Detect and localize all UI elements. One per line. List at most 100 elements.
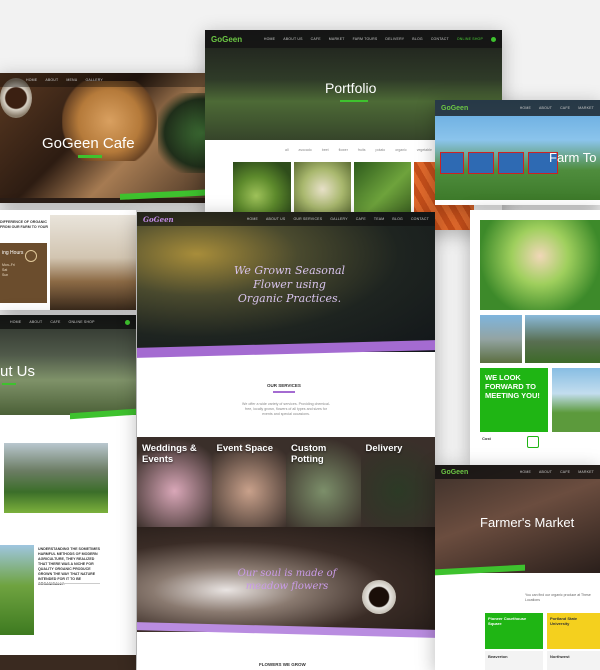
cafe-title: GoGeen Cafe [42, 135, 135, 152]
service-title: Custom Potting [291, 443, 327, 465]
portfolio-nav-item[interactable]: ABOUT US [283, 37, 302, 41]
coffee-icon [25, 250, 37, 262]
portfolio-filter[interactable]: potato [376, 148, 386, 152]
portfolio-nav-item[interactable]: HOME [264, 37, 275, 41]
tours-nav-item[interactable]: MARKET [578, 106, 594, 110]
farm-tours-page: GoGeen HOME ABOUT CAFE MARKET Farm To [435, 100, 600, 205]
mountain-photo [525, 315, 600, 363]
service-tile[interactable]: Custom Potting [286, 437, 361, 527]
hours-title: ing Hours [2, 250, 24, 256]
about-nav-item[interactable]: ONLINE SHOP [69, 320, 95, 324]
portfolio-nav-item[interactable]: CAFE [311, 37, 321, 41]
flowers-nav-item[interactable]: BLOG [392, 217, 403, 221]
coffee-cup-icon [362, 580, 396, 614]
market-box-2: Portland State University [547, 613, 600, 649]
service-tile[interactable]: Weddings & Events [137, 437, 212, 527]
hours-text: Mon–Fri Sat Sun [2, 263, 15, 277]
barn-icon [527, 436, 539, 448]
portfolio-title-underline [340, 100, 368, 102]
portfolio-filter[interactable]: flower [339, 148, 348, 152]
market-find-text: You can find our organic produce at Thes… [525, 593, 591, 602]
portfolio-nav-item[interactable]: ONLINE SHOP [457, 37, 483, 41]
portfolio-nav-item[interactable]: FARM TOURS [353, 37, 378, 41]
service-title: Weddings & Events [142, 443, 197, 465]
tours-nav-item[interactable]: ABOUT [539, 106, 552, 110]
portfolio-filter[interactable]: fruits [358, 148, 366, 152]
portfolio-nav-item[interactable]: BLOG [412, 37, 423, 41]
portfolio-filter[interactable]: avocado [299, 148, 312, 152]
gogeen-logo[interactable]: GoGeen [211, 35, 242, 44]
services-intro: We offer a wide variety of services. Pro… [242, 402, 330, 416]
cafe-nav-item[interactable]: MENU [66, 78, 77, 82]
about-title: ut Us [0, 363, 36, 380]
service-tile[interactable]: Event Space [211, 437, 286, 527]
flowers-nav-item[interactable]: GALLERY [330, 217, 347, 221]
service-title: Delivery [365, 443, 403, 454]
market-box-title: Pioneer Courthouse Square [488, 616, 527, 626]
about-nav: HOME ABOUT CAFE ONLINE SHOP [0, 315, 136, 329]
flowers-nav-item[interactable]: CAFE [356, 217, 366, 221]
about-text: UNDERSTANDING THE SOMETIMES HARMFUL METH… [38, 547, 101, 586]
market-box-title: Portland State University [550, 616, 578, 626]
about-page: HOME ABOUT CAFE ONLINE SHOP ut Us UNDERS… [0, 315, 136, 670]
portfolio-filter[interactable]: organic [395, 148, 406, 152]
flowers-nav-item[interactable]: HOME [247, 217, 258, 221]
tours-content: WE LOOK FORWARD TO MEETING YOU! Cost [470, 210, 600, 465]
about-nav-item[interactable]: HOME [10, 320, 21, 324]
about-nav-item[interactable]: CAFE [50, 320, 60, 324]
market-nav: GoGeen HOME ABOUT CAFE MARKET [435, 465, 600, 479]
tours-nav-item[interactable]: HOME [520, 106, 531, 110]
kids-photo [480, 220, 600, 310]
cafe-interior-photo [50, 215, 136, 310]
field-photo [552, 368, 600, 432]
portfolio-filter[interactable]: all [285, 148, 289, 152]
barn-photo [480, 315, 522, 363]
flowers-nav-item[interactable]: CONTACT [411, 217, 429, 221]
portfolio-nav-item[interactable]: DELIVERY [385, 37, 404, 41]
market-box-title: Beaverton [488, 654, 508, 659]
about-title-underline [2, 383, 16, 385]
portfolio-nav-item[interactable]: MARKET [329, 37, 345, 41]
gogeen-logo[interactable]: GoGeen [143, 215, 174, 224]
cart-icon[interactable] [491, 36, 496, 42]
services-heading-underline [273, 391, 295, 393]
about-footer-bar [0, 655, 136, 670]
opening-hours-box: ing Hours Mon–Fri Sat Sun [0, 243, 47, 303]
cafe-info-section: DIFFERENCE OF ORGANIC FROM OUR FARM TO Y… [0, 210, 136, 310]
flowers-nav-item[interactable]: ABOUT US [266, 217, 285, 221]
portfolio-filter[interactable]: vegetable [417, 148, 432, 152]
about-divider [38, 583, 100, 584]
flowers-nav-item[interactable]: OUR SERVICES [293, 217, 322, 221]
cafe-nav: HOME ABOUT MENU GALLERY [0, 73, 232, 87]
mountains-photo [4, 443, 108, 513]
flowers-page: GoGeen HOME ABOUT US OUR SERVICES GALLERY CA… [137, 212, 435, 670]
flowers-footer: FLOWERS WE GROW [259, 662, 306, 667]
portfolio-filters: all avocado beet flower fruits potato organic v… [285, 148, 432, 152]
cart-icon[interactable] [125, 319, 130, 325]
cafe-nav-item[interactable]: GALLERY [85, 78, 102, 82]
flowers-nav-item[interactable]: TEAM [374, 217, 385, 221]
gogeen-logo[interactable]: GoGeen [441, 469, 468, 476]
service-title: Event Space [216, 443, 274, 454]
about-nav-item[interactable]: ABOUT [29, 320, 42, 324]
portfolio-nav-item[interactable]: CONTACT [431, 37, 449, 41]
cost-label: Cost [482, 436, 491, 441]
gogeen-logo[interactable]: GoGeen [441, 105, 468, 112]
tours-nav-item[interactable]: CAFE [560, 106, 570, 110]
market-nav-item[interactable]: CAFE [560, 470, 570, 474]
service-tile[interactable]: Delivery [360, 437, 435, 527]
meeting-box: WE LOOK FORWARD TO MEETING YOU! [480, 368, 548, 432]
portfolio-filter[interactable]: beet [322, 148, 329, 152]
market-nav-item[interactable]: HOME [520, 470, 531, 474]
market-box-4: Northwest [547, 651, 600, 670]
market-nav-item[interactable]: MARKET [578, 470, 594, 474]
market-nav-item[interactable]: ABOUT [539, 470, 552, 474]
cafe-title-underline [78, 155, 102, 158]
tours-title: Farm To [549, 150, 597, 165]
cafe-nav-item[interactable]: HOME [26, 78, 37, 82]
market-page: GoGeen HOME ABOUT CAFE MARKET Farmer's M… [435, 465, 600, 670]
cafe-nav-item[interactable]: ABOUT [45, 78, 58, 82]
market-title: Farmer's Market [480, 515, 575, 530]
tractor-train [440, 148, 565, 186]
flowers-nav: GoGeen HOME ABOUT US OUR SERVICES GALLERY CA… [137, 212, 435, 226]
